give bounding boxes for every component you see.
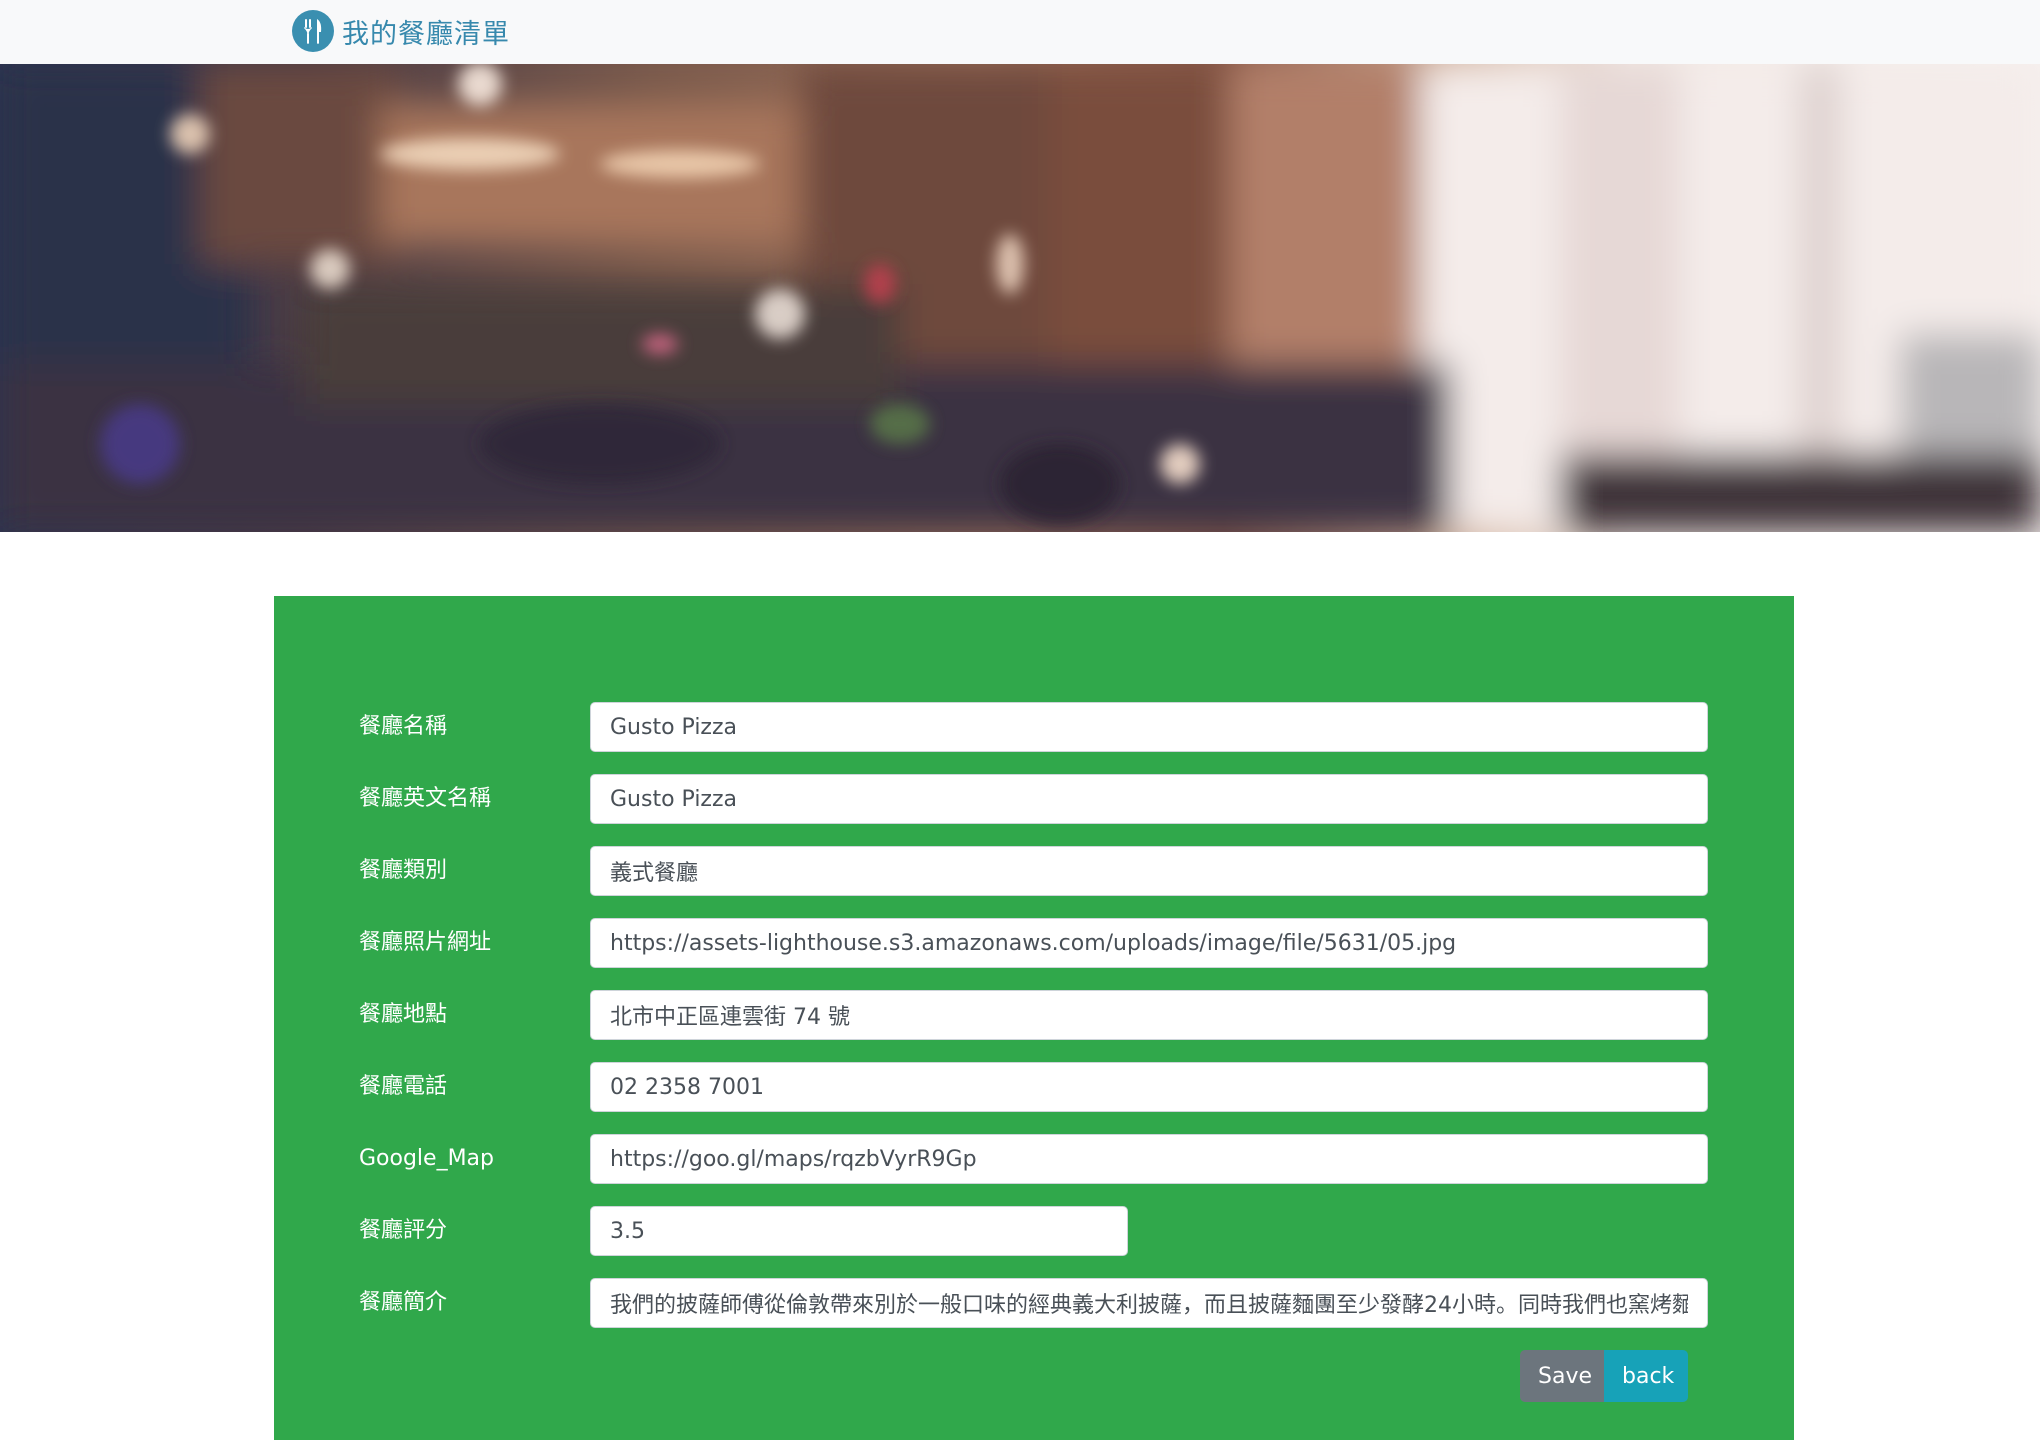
navbar: 我的餐廳清單 <box>0 0 2040 64</box>
brand-link[interactable]: 我的餐廳清單 <box>292 9 510 53</box>
name-label: 餐廳名稱 <box>359 714 448 739</box>
google-map-input[interactable] <box>590 1134 1708 1184</box>
rating-input[interactable] <box>590 1206 1128 1256</box>
google-map-label: Google_Map <box>359 1146 495 1171</box>
brand-title: 我的餐廳清單 <box>342 18 510 50</box>
location-label: 餐廳地點 <box>359 1002 448 1027</box>
form-row-english-name: 餐廳英文名稱 <box>274 774 1794 824</box>
form-row-image-url: 餐廳照片網址 <box>274 918 1794 968</box>
english-name-label: 餐廳英文名稱 <box>359 786 492 811</box>
form-row-google-map: Google_Map <box>274 1134 1794 1184</box>
form-row-phone: 餐廳電話 <box>274 1062 1794 1112</box>
location-input[interactable] <box>590 990 1708 1040</box>
form-row-description: 餐廳簡介 <box>274 1278 1794 1328</box>
category-label: 餐廳類別 <box>359 858 448 883</box>
form-row-location: 餐廳地點 <box>274 990 1794 1040</box>
restaurant-banner-image <box>0 64 2040 532</box>
restaurant-edit-form: 餐廳名稱 餐廳英文名稱 餐廳類別 餐廳照片網址 餐廳地點 餐廳電話 Google… <box>274 596 1794 1440</box>
form-button-group: Save back <box>1520 1350 1688 1402</box>
description-input[interactable] <box>590 1278 1708 1328</box>
form-row-rating: 餐廳評分 <box>274 1206 1794 1256</box>
english-name-input[interactable] <box>590 774 1708 824</box>
utensils-icon <box>292 10 334 52</box>
phone-input[interactable] <box>590 1062 1708 1112</box>
form-row-name: 餐廳名稱 <box>274 702 1794 752</box>
phone-label: 餐廳電話 <box>359 1074 448 1099</box>
form-row-category: 餐廳類別 <box>274 846 1794 896</box>
rating-label: 餐廳評分 <box>359 1218 448 1243</box>
back-button[interactable]: back <box>1604 1350 1688 1402</box>
save-button[interactable]: Save <box>1520 1350 1604 1402</box>
image-url-label: 餐廳照片網址 <box>359 930 492 955</box>
description-label: 餐廳簡介 <box>359 1290 448 1315</box>
image-url-input[interactable] <box>590 918 1708 968</box>
name-input[interactable] <box>590 702 1708 752</box>
category-input[interactable] <box>590 846 1708 896</box>
